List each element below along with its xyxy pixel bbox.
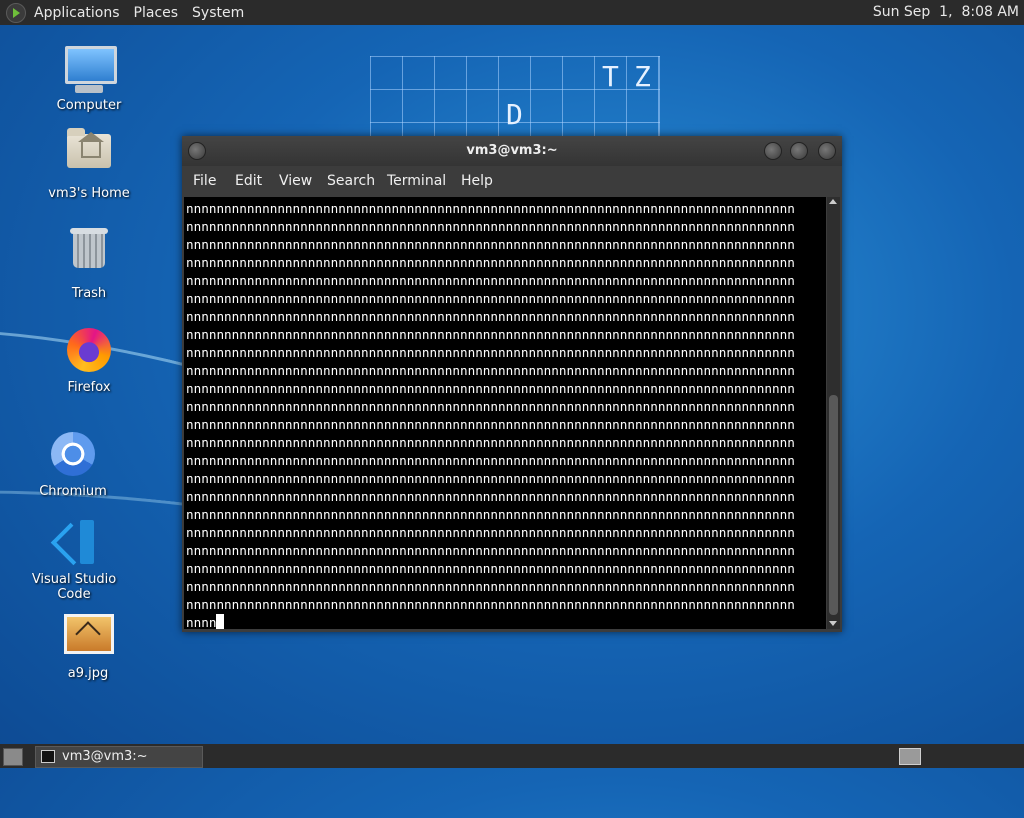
desktop-icon-firefox[interactable]: Firefox: [34, 326, 144, 395]
menu-view[interactable]: View: [279, 173, 312, 189]
desktop-icon-a9-jpg[interactable]: a9.jpg: [33, 606, 143, 681]
desktop-icon-label: vm3's Home: [48, 186, 130, 201]
scroll-down-arrow-icon[interactable]: [829, 621, 837, 626]
terminal-icon: [41, 750, 55, 763]
desktop-icon-label: a9.jpg: [67, 666, 109, 681]
terminal-line: nnnnnnnnnnnnnnnnnnnnnnnnnnnnnnnnnnnnnnnn…: [186, 219, 795, 234]
terminal-line: nnnnnnnnnnnnnnnnnnnnnnnnnnnnnnnnnnnnnnnn…: [186, 525, 795, 540]
menu-file[interactable]: File: [193, 173, 216, 189]
desktop-icon-chromium[interactable]: Chromium: [18, 430, 128, 499]
chromium-icon: [49, 432, 97, 480]
terminal-line: nnnnnnnnnnnnnnnnnnnnnnnnnnnnnnnnnnnnnnnn…: [186, 453, 795, 468]
terminal-line: nnnnnnnnnnnnnnnnnnnnnnnnnnnnnnnnnnnnnnnn…: [186, 345, 795, 360]
terminal-line: nnnnnnnnnnnnnnnnnnnnnnnnnnnnnnnnnnnnnnnn…: [186, 237, 795, 252]
top-panel: Applications Places System Sun Sep 1, 8:…: [0, 0, 1024, 25]
gnome-foot-icon[interactable]: [6, 2, 26, 23]
desktop-icon-vscode[interactable]: Visual Studio Code: [14, 518, 134, 602]
terminal-line: nnnnnnnnnnnnnnnnnnnnnnnnnnnnnnnnnnnnnnnn…: [186, 489, 795, 504]
menu-edit[interactable]: Edit: [235, 173, 262, 189]
terminal-scrollbar[interactable]: [827, 197, 840, 629]
terminal-line: nnnnnnnnnnnnnnnnnnnnnnnnnnnnnnnnnnnnnnnn…: [186, 255, 795, 270]
terminal-line: nnnnnnnnnnnnnnnnnnnnnnnnnnnnnnnnnnnnnnnn…: [186, 273, 795, 288]
image-file-icon: [64, 614, 114, 662]
terminal-line: nnnnnnnnnnnnnnnnnnnnnnnnnnnnnnnnnnnnnnnn…: [186, 561, 795, 576]
firefox-icon: [65, 328, 113, 376]
terminal-window[interactable]: vm3@vm3:~ File Edit View Search Terminal…: [182, 136, 842, 632]
desktop-icon-label: Visual Studio Code: [31, 572, 117, 602]
home-folder-icon: [65, 128, 113, 182]
show-desktop-icon[interactable]: [3, 748, 23, 766]
terminal-line: nnnnnnnnnnnnnnnnnnnnnnnnnnnnnnnnnnnnnnnn…: [186, 435, 795, 450]
terminal-line: nnnnnnnnnnnnnnnnnnnnnnnnnnnnnnnnnnnnnnnn…: [186, 309, 795, 324]
window-title: vm3@vm3:~: [466, 143, 558, 158]
terminal-line: nnnnnnnnnnnnnnnnnnnnnnnnnnnnnnnnnnnnnnnn…: [186, 399, 795, 414]
terminal-line: nnnnnnnnnnnnnnnnnnnnnnnnnnnnnnnnnnnnnnnn…: [186, 381, 795, 396]
panel-menus: Applications Places System: [6, 2, 258, 23]
workspace-switcher[interactable]: [899, 748, 921, 765]
desktop-icon-label: Firefox: [67, 380, 111, 395]
menu-help[interactable]: Help: [461, 173, 493, 189]
scrollbar-thumb[interactable]: [829, 395, 838, 615]
menu-search[interactable]: Search: [327, 173, 375, 189]
terminal-menubar: File Edit View Search Terminal Help: [182, 166, 842, 196]
trash-icon: [65, 228, 113, 282]
terminal-line: nnnnnnnnnnnnnnnnnnnnnnnnnnnnnnnnnnnnnnnn…: [186, 201, 795, 216]
terminal-output[interactable]: nnnnnnnnnnnnnnnnnnnnnnnnnnnnnnnnnnnnnnnn…: [184, 197, 826, 629]
terminal-line: nnnnnnnnnnnnnnnnnnnnnnnnnnnnnnnnnnnnnnnn…: [186, 291, 795, 306]
wallpaper-letter: T: [602, 60, 619, 93]
close-icon[interactable]: [818, 142, 836, 160]
terminal-lines: nnnnnnnnnnnnnnnnnnnnnnnnnnnnnnnnnnnnnnnn…: [186, 200, 826, 614]
taskbar-button-label: vm3@vm3:~: [62, 749, 148, 764]
wallpaper-letter: D: [506, 98, 523, 131]
terminal-line: nnnnnnnnnnnnnnnnnnnnnnnnnnnnnnnnnnnnnnnn…: [186, 327, 795, 342]
terminal-text: nnnnnnnnnnnnnnnnnnnnnnnnnnnnnnnnnnnnnnnn…: [186, 200, 826, 629]
desktop-icon-label: Chromium: [39, 484, 107, 499]
applications-menu[interactable]: Applications: [34, 5, 120, 21]
desktop-icon-trash[interactable]: Trash: [34, 226, 144, 301]
menu-terminal[interactable]: Terminal: [387, 173, 446, 189]
wallpaper-letter: Z: [634, 60, 651, 93]
monitor-icon: [65, 46, 117, 94]
terminal-line: nnnnnnnnnnnnnnnnnnnnnnnnnnnnnnnnnnnnnnnn…: [186, 363, 795, 378]
terminal-line: nnnnnnnnnnnnnnnnnnnnnnnnnnnnnnnnnnnnnnnn…: [186, 597, 795, 612]
desktop-icon-computer[interactable]: Computer: [34, 46, 144, 113]
terminal-line: nnnnnnnnnnnnnnnnnnnnnnnnnnnnnnnnnnnnnnnn…: [186, 507, 795, 522]
terminal-line: nnnnnnnnnnnnnnnnnnnnnnnnnnnnnnnnnnnnnnnn…: [186, 579, 795, 594]
terminal-line: nnnnnnnnnnnnnnnnnnnnnnnnnnnnnnnnnnnnnnnn…: [186, 543, 795, 558]
desktop-icon-home[interactable]: vm3's Home: [34, 126, 144, 201]
scroll-up-arrow-icon[interactable]: [829, 199, 837, 204]
maximize-icon[interactable]: [790, 142, 808, 160]
text-cursor: [216, 614, 225, 629]
minimize-icon[interactable]: [764, 142, 782, 160]
vscode-icon: [50, 520, 98, 568]
terminal-prompt-line: nnnn: [186, 615, 217, 629]
bottom-panel: vm3@vm3:~: [0, 744, 1024, 768]
taskbar-button-terminal[interactable]: vm3@vm3:~: [35, 746, 203, 768]
system-menu[interactable]: System: [192, 5, 244, 21]
terminal-line: nnnnnnnnnnnnnnnnnnnnnnnnnnnnnnnnnnnnnnnn…: [186, 471, 795, 486]
desktop-icon-label: Computer: [56, 98, 122, 113]
window-titlebar[interactable]: vm3@vm3:~: [182, 136, 842, 166]
clock[interactable]: Sun Sep 1, 8:08 AM: [873, 4, 1019, 20]
places-menu[interactable]: Places: [134, 5, 179, 21]
desktop-icon-label: Trash: [71, 286, 107, 301]
terminal-line: nnnnnnnnnnnnnnnnnnnnnnnnnnnnnnnnnnnnnnnn…: [186, 417, 795, 432]
